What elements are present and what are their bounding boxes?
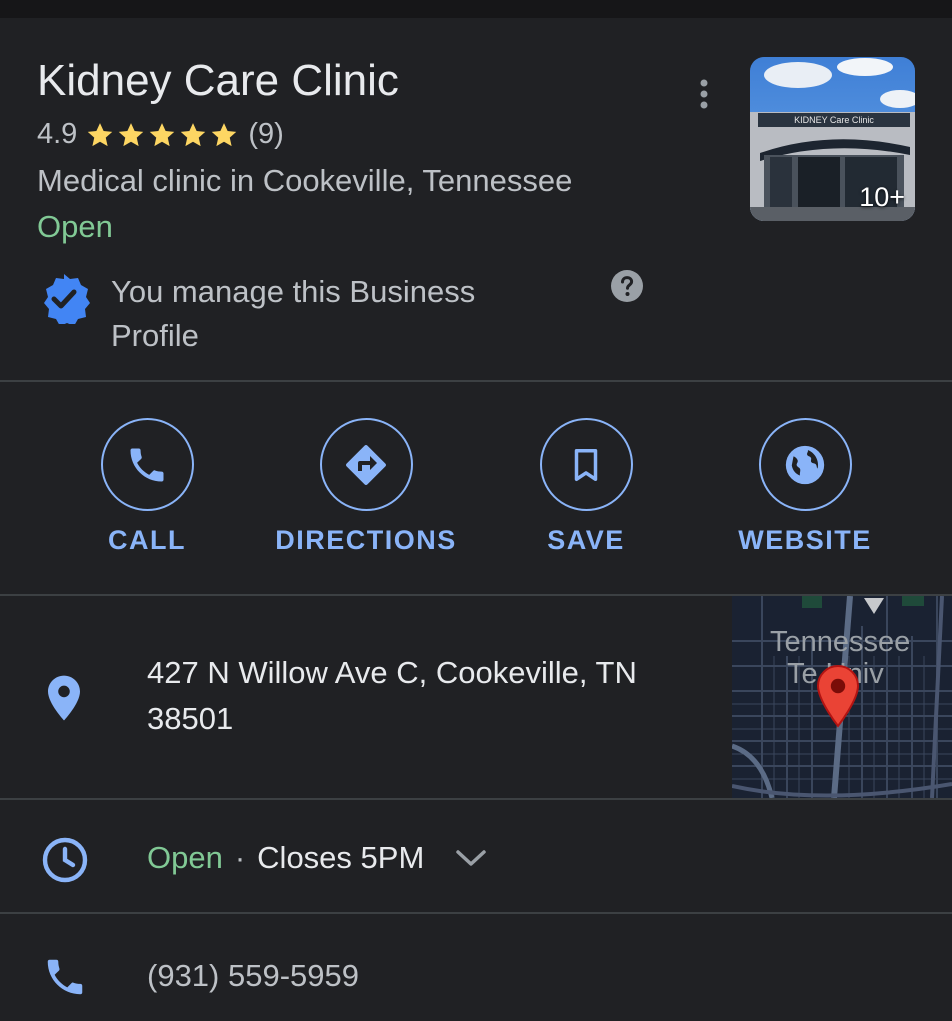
rating-value: 4.9: [37, 118, 78, 150]
directions-button[interactable]: DIRECTIONS: [261, 418, 471, 556]
location-pin-icon: [48, 675, 80, 721]
website-circle: [758, 418, 852, 511]
business-name: Kidney Care Clinic: [37, 56, 399, 105]
star-icon: [150, 122, 175, 146]
save-button[interactable]: SAVE: [481, 418, 691, 556]
map-label: Tennessee: [770, 626, 911, 658]
business-category: Medical clinic in Cookeville, Tennessee: [37, 163, 573, 198]
verified-badge-icon: [44, 274, 90, 324]
help-icon[interactable]: [610, 269, 644, 303]
call-button[interactable]: CALL: [42, 418, 252, 556]
rating-stars: [85, 120, 240, 150]
phone-icon: [130, 448, 164, 481]
map-thumbnail[interactable]: Tennessee Te Univ: [732, 596, 952, 798]
phone-number: (931) 559-5959: [147, 958, 359, 993]
closing-time: Closes 5PM: [257, 840, 425, 875]
call-circle: [100, 418, 194, 511]
manage-profile-text: You manage this Business Profile: [111, 274, 476, 353]
star-icon: [88, 122, 113, 146]
directions-circle: [319, 418, 413, 511]
star-icon: [212, 122, 237, 146]
business-photo[interactable]: KIDNEY Care Clinic 10+: [750, 57, 915, 221]
save-label: SAVE: [547, 525, 625, 555]
photo-count: 10+: [859, 182, 905, 212]
address-row[interactable]: 427 N Willow Ave C, Cookeville, TN 38501…: [0, 596, 952, 798]
call-label: CALL: [108, 525, 186, 555]
globe-icon: [785, 445, 825, 484]
review-count: (9): [248, 118, 284, 150]
more-options-icon[interactable]: [690, 78, 718, 112]
directions-label: DIRECTIONS: [275, 525, 457, 555]
clock-icon: [42, 837, 88, 883]
status-bar-strip: [0, 0, 952, 18]
website-label: WEBSITE: [738, 525, 872, 555]
phone-row[interactable]: (931) 559-5959: [0, 914, 952, 1021]
star-icon: [119, 122, 144, 146]
hours-summary: Open · Closes 5PM: [147, 840, 488, 876]
action-bar: CALL DIRECTIONS SAVE WEBSITE: [0, 382, 952, 594]
open-status: Open: [37, 209, 113, 244]
hours-row[interactable]: Open · Closes 5PM: [0, 800, 952, 912]
hours-separator: ·: [234, 840, 246, 875]
hours-status: Open: [147, 840, 223, 875]
address-text: 427 N Willow Ave C, Cookeville, TN 38501: [147, 655, 637, 736]
save-circle: [539, 418, 633, 511]
rating-row[interactable]: 4.9 (9): [37, 118, 284, 151]
phone-icon: [47, 959, 83, 995]
storefront-sign: KIDNEY Care Clinic: [794, 115, 874, 125]
chevron-down-icon[interactable]: [454, 847, 488, 869]
bookmark-icon: [574, 448, 598, 481]
directions-icon: [346, 444, 386, 485]
star-icon: [181, 122, 206, 146]
website-button[interactable]: WEBSITE: [700, 418, 910, 556]
map-marker-icon: [816, 664, 860, 728]
